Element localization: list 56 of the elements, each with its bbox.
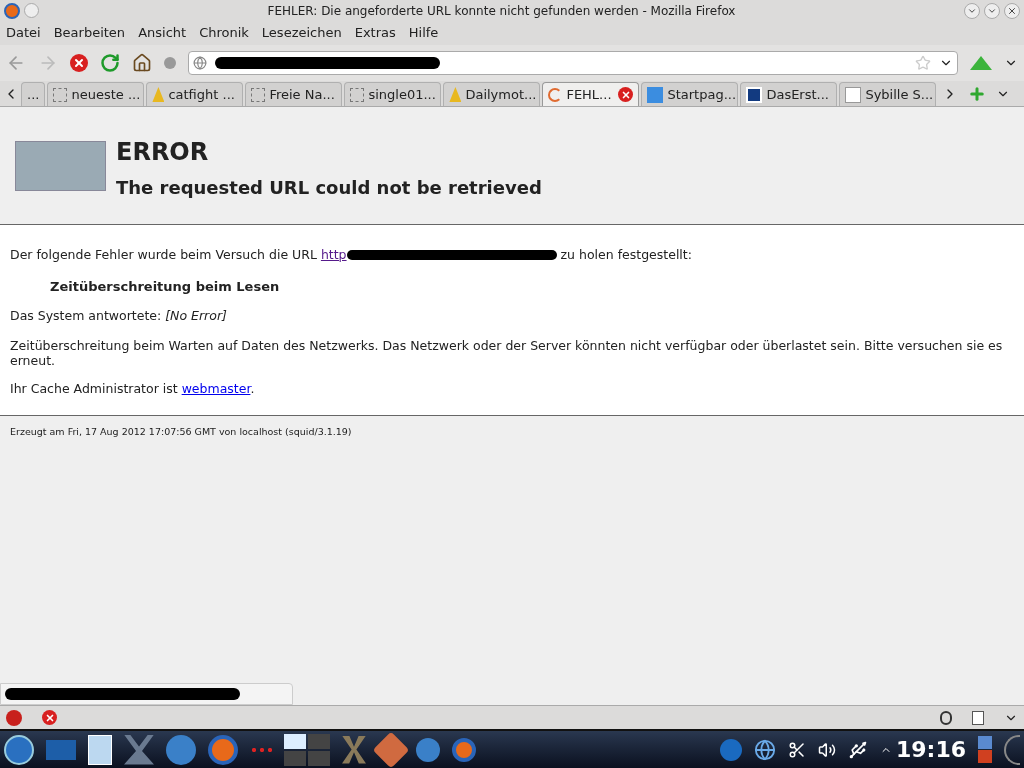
usb-icon[interactable]	[847, 739, 868, 760]
menu-item[interactable]: Extras	[354, 23, 396, 43]
star-icon[interactable]	[915, 55, 931, 71]
close-icon	[1007, 5, 1017, 16]
address-field[interactable]	[188, 51, 958, 75]
virtual-desktops-icon[interactable]	[284, 733, 330, 766]
pages-icon[interactable]	[972, 710, 984, 725]
browser-tab[interactable]: Dailymot...	[443, 82, 541, 106]
clock[interactable]: 19:16	[895, 733, 966, 766]
browser-tab[interactable]: Startpag...	[641, 82, 739, 106]
menu-item[interactable]: Hilfe	[408, 23, 439, 43]
blank-page-icon	[350, 87, 365, 102]
browser-tab[interactable]: Sybille S...	[839, 82, 937, 106]
browser-tab[interactable]: Freie Na...	[245, 82, 343, 106]
menu-item[interactable]: Bearbeiten	[53, 23, 126, 43]
site-logo-icon	[746, 86, 763, 103]
network-icon[interactable]	[753, 738, 776, 761]
close-tab-icon[interactable]	[618, 87, 634, 102]
menu-item[interactable]: Datei	[6, 23, 41, 43]
error-intro: Der folgende Fehler wurde beim Versuch die URL http zu holen festgestellt:	[10, 246, 1014, 265]
close-button[interactable]	[1004, 2, 1020, 19]
reload-icon[interactable]	[100, 53, 120, 73]
browser-tab[interactable]: single01...	[344, 82, 442, 106]
browser-tab[interactable]: FEHL...	[542, 82, 640, 106]
footer-text: Erzeugt am Fri, 17 Aug 2012 17:07:56 GMT von localhost (squid/3.1.19)	[9, 425, 353, 439]
tower-icon	[152, 87, 165, 102]
menu-item[interactable]: Lesezeichen	[261, 23, 342, 43]
browser-tab[interactable]: neueste ...	[47, 82, 145, 106]
browser-tab[interactable]: ...	[21, 82, 46, 106]
tower-icon	[449, 87, 462, 102]
home-icon[interactable]	[132, 53, 152, 73]
scissors-icon[interactable]	[787, 740, 806, 759]
menu-item[interactable]: Chronik	[199, 23, 249, 43]
blank-page-icon	[53, 87, 68, 102]
webmaster-link[interactable]: webmaster	[181, 381, 251, 396]
error-title: Zeitüberschreitung beim Lesen	[50, 277, 281, 296]
error-heading: ERROR	[116, 137, 210, 168]
globe-icon	[193, 56, 207, 70]
system-reply: Das System antwortete: [No Error]	[10, 307, 228, 326]
file-cabinet-icon[interactable]	[88, 734, 112, 765]
close-icon	[73, 57, 85, 69]
browser-tab[interactable]: DasErst...	[740, 82, 838, 106]
window-title: FEHLER: Die angeforderte URL konnte nicht gefunden werden - Mozilla Firefox	[266, 2, 737, 20]
url-link[interactable]: http	[320, 246, 347, 265]
error-description: Zeitüberschreitung beim Warten auf Daten des Netzwerks. Das Netzwerk oder der Server könnten nicht verfügbar oder überlastet sein. Bitte versuchen sie es erneut.	[10, 338, 1004, 368]
admin-note: Ihr Cache Administrator ist webmaster.	[10, 380, 256, 398]
error-icon[interactable]	[42, 710, 57, 725]
volume-icon[interactable]	[817, 740, 836, 759]
error-subheading: The requested URL could not be retrieved	[116, 176, 542, 200]
menu-item[interactable]: Ansicht	[138, 23, 187, 43]
stop-button[interactable]	[70, 54, 88, 72]
browser-app-icon[interactable]	[452, 737, 476, 762]
browser-tab[interactable]: catfight ...	[146, 82, 244, 106]
browser-app-icon[interactable]	[208, 734, 238, 765]
firefox-logo-icon	[4, 2, 20, 19]
blank-page-icon	[251, 87, 266, 102]
